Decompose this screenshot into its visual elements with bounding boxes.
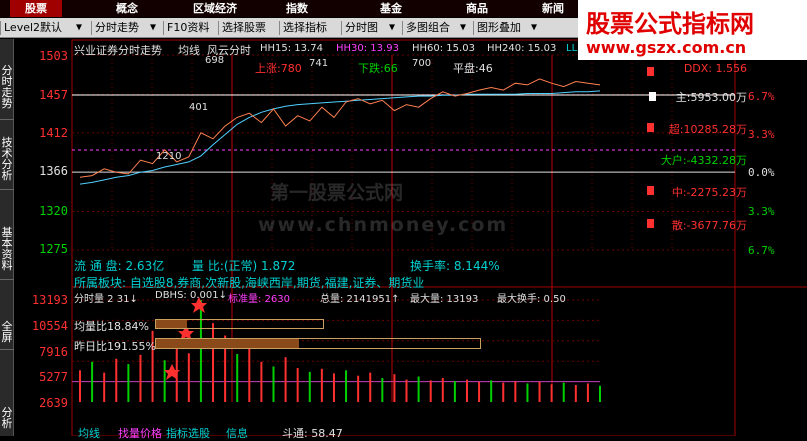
chart-title: 兴业证券分时走势 (74, 44, 162, 57)
float-share: 流 通 盘: 2.63亿 (74, 259, 165, 273)
flow-marker (647, 219, 654, 228)
turnover-rate: 换手率: 8.144% (410, 259, 500, 273)
volume-tick-label: 13193 (31, 293, 68, 307)
point-label: 1210 (156, 151, 182, 162)
avg-ratio-bar (155, 319, 324, 329)
total-volume: 总量: 2141951↑ (320, 294, 400, 305)
prev-ratio-label: 昨日比191.55% (74, 340, 156, 353)
hh60-value: HH60: 15.03 (412, 43, 475, 54)
dbhs-value: DBHS: 0.001↓ (155, 290, 227, 301)
hh30-value: HH30: 13.93 (336, 43, 399, 54)
bottom-tab-info[interactable]: 信息 (226, 425, 248, 441)
brand-url: www.gszx.com.cn (586, 38, 747, 57)
site-watermark: 股票公式指标网 www.gszx.com.cn (578, 0, 807, 60)
price-tick-label: 1320 (39, 204, 68, 218)
small-flow-value: 散:-3677.76万 (671, 219, 747, 232)
volume-label: 分时量 2 31↓ (74, 294, 138, 305)
series-line (79, 90, 601, 185)
volume-tick-label: 10554 (31, 319, 68, 333)
flow-marker (647, 67, 654, 76)
bottom-tab-avg[interactable]: 均线 (78, 425, 100, 441)
ddx-value: DDX: 1.556 (683, 62, 747, 75)
percent-tick-label: 3.3% (748, 205, 775, 218)
price-tick-label: 1503 (39, 49, 68, 63)
flow-marker (647, 186, 654, 195)
price-tick-label-base: 1366 (39, 164, 68, 178)
hh15-value: HH15: 13.74 (260, 43, 323, 54)
volume-tick-label: 7916 (39, 345, 68, 359)
percent-tick-label: 6.7% (748, 90, 775, 103)
flat-count: 平盘:46 (453, 62, 493, 75)
price-tick-label: 1275 (39, 242, 68, 256)
percent-tick-label: 3.3% (748, 128, 775, 141)
bottom-tab-value: 斗通: 58.47 (282, 427, 343, 440)
bottom-tab-price[interactable]: 找量价格 (118, 425, 162, 441)
center-watermark-cn: 第一股票公式网 (270, 182, 404, 204)
mid-flow-value: 中:-2275.23万 (671, 186, 747, 199)
volume-tick-label: 5277 (39, 370, 68, 384)
retail-flow-value: 大户:-4332.28万 (660, 154, 747, 167)
max-volume: 最大量: 13193 (410, 294, 479, 305)
prev-ratio-bar (155, 338, 481, 349)
ll-value: LL (566, 43, 578, 54)
point-label: 401 (189, 102, 209, 113)
max-turnover: 最大换手: 0.50 (497, 294, 566, 305)
sector-list: 所属板块: 自选股8,券商,次新股,海峡西岸,期货,福建,证券、期货业 (74, 276, 425, 290)
std-volume: 标准量: 2630 (228, 294, 290, 305)
bottom-tab-select[interactable]: 指标选股 (166, 425, 210, 441)
chart-frame (71, 39, 736, 436)
super-flow-value: 超:10285.28万 (668, 123, 747, 136)
price-tick-label: 1412 (39, 126, 68, 140)
percent-tick-label: 0.0% (748, 166, 775, 179)
price-tick-label: 1457 (39, 88, 68, 102)
flow-marker (647, 123, 654, 132)
center-watermark-url: www.chnmoney.com (258, 214, 509, 236)
avg-ratio-label: 均量比18.84% (74, 320, 149, 333)
main-flow-value: 主:5953.00万 (675, 91, 747, 104)
hh240-value: HH240: 15.03 (487, 43, 557, 54)
point-label: 698 (205, 55, 225, 66)
brand-text: 股票公式指标网 (586, 10, 754, 38)
prev-ratio-fill (156, 339, 299, 348)
percent-tick-label: 6.7% (748, 244, 775, 257)
down-count: 下跌:66 (358, 62, 398, 75)
flow-marker (649, 92, 656, 101)
point-label: 700 (412, 58, 432, 69)
volume-ratio: 量 比:(正常) 1.872 (192, 259, 296, 273)
price-axis: 1503 1457 1412 1366 1320 1275 13193 1055… (15, 39, 71, 436)
point-label: 741 (309, 58, 329, 69)
up-count: 上涨:780 (255, 62, 302, 75)
volume-tick-label: 2639 (39, 396, 68, 410)
avg-line-label: 均线 (178, 44, 200, 57)
avg-ratio-fill (156, 320, 188, 328)
